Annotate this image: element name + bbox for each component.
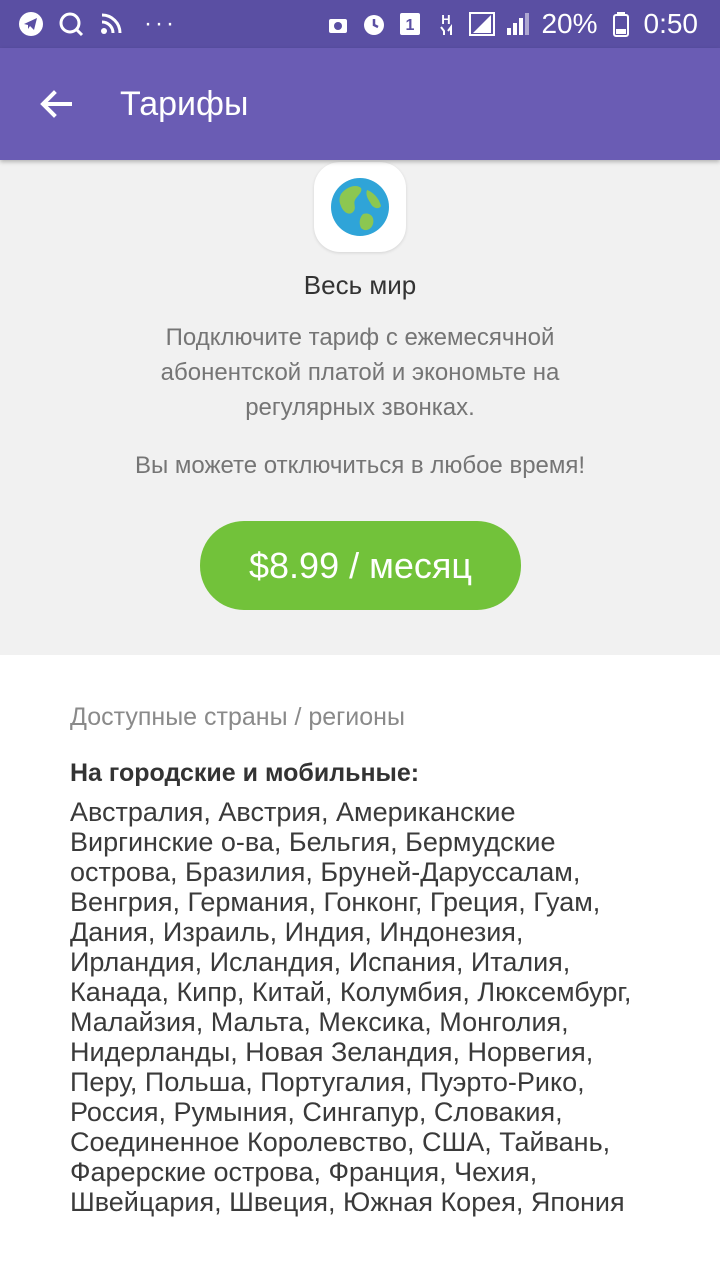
network-type: H [442, 12, 451, 27]
app-bar: Тарифы [0, 48, 720, 160]
signal-icon [505, 11, 531, 37]
subscribe-button[interactable]: $8.99 / месяц [200, 521, 521, 610]
status-bar-left: ··· [18, 0, 177, 48]
status-bar: ··· 1 H 20% 0:50 [0, 0, 720, 48]
telegram-icon [18, 11, 44, 37]
clock: 0:50 [643, 8, 699, 39]
search-chat-icon [58, 11, 84, 37]
rss-icon [98, 11, 124, 37]
plan-title: Весь мир [303, 270, 417, 300]
arrow-back-icon [40, 90, 72, 118]
android-icon [325, 11, 351, 37]
plan-header: Весь мир Подключите тариф с ежемесячной … [0, 160, 720, 655]
plan-note: Вы можете отключиться в любое время! [134, 452, 586, 479]
plan-description: Подключите тариф с ежемесячной абонентск… [160, 324, 560, 421]
sim-number: 1 [406, 17, 415, 34]
back-button[interactable] [28, 76, 84, 132]
country-list: Австралия, Австрия, Американские Виргинс… [70, 797, 632, 1217]
signal-icon [469, 11, 496, 37]
globe-icon [331, 178, 389, 236]
sim-icon: 1 [397, 11, 423, 37]
network-type-icon: H [433, 11, 459, 37]
battery-icon [608, 11, 634, 37]
countries-sub-heading: На городские и мобильные: [70, 759, 420, 787]
status-bar-right: 1 H 20% 0:50 [325, 0, 698, 48]
battery-percent: 20% [541, 8, 598, 39]
more-notifications-icon: ··· [144, 10, 177, 37]
countries-section-label: Доступные страны / регионы [70, 703, 405, 731]
page-title: Тарифы [120, 85, 249, 123]
plan-icon-container [314, 162, 406, 252]
alarm-icon [361, 11, 387, 37]
